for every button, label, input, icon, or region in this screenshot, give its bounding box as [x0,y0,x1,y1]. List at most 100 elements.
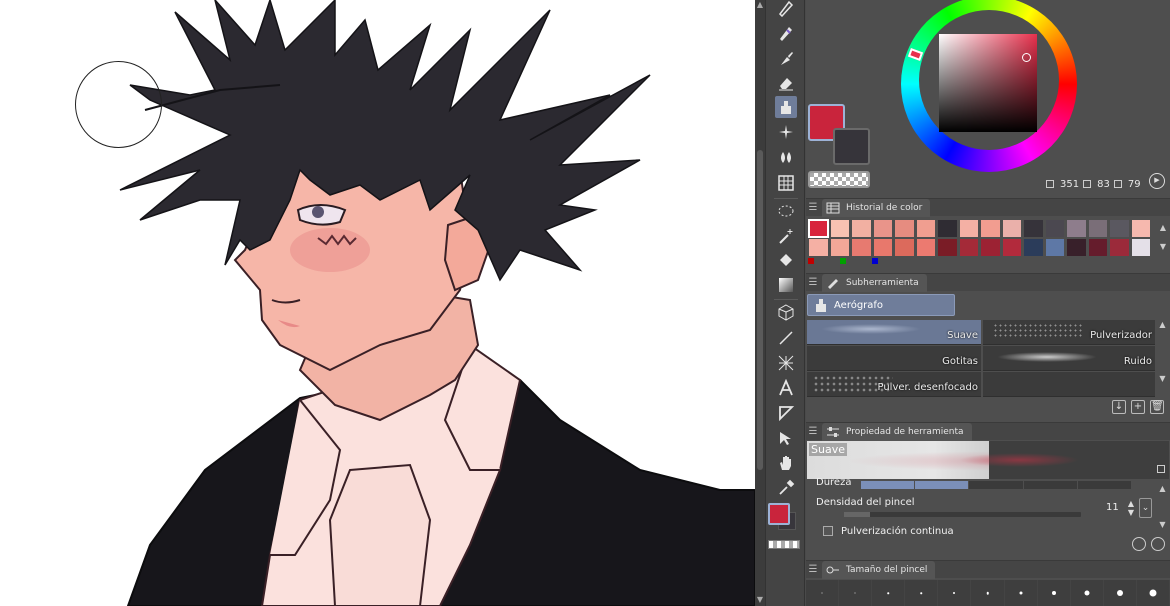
toolbar-main-color[interactable] [768,503,790,525]
color-swatch[interactable] [829,238,850,257]
dureza-selector[interactable] [861,481,1132,489]
brush-tool-icon[interactable] [775,47,797,69]
decoration-tool-icon[interactable] [775,121,797,143]
brush-size-preset[interactable] [872,580,906,606]
grid-tool-icon[interactable] [775,172,797,194]
brush-size-preset[interactable] [971,580,1005,606]
menu-grip-icon[interactable]: ☰ [806,277,820,288]
dureza-step[interactable] [969,481,1023,489]
subtool-group-airbrush[interactable]: Aerógrafo [807,294,955,316]
property-scroll[interactable]: ▲ ▼ [1157,484,1168,536]
brush-item-suave[interactable]: Suave [807,320,981,345]
color-swatch[interactable] [808,219,829,238]
color-swatch[interactable] [1087,238,1108,257]
color-swatch[interactable] [1066,219,1087,238]
sub-color-swatch[interactable] [833,128,870,165]
tab-tool-property[interactable]: Propiedad de herramienta [822,422,972,441]
color-swatch[interactable] [1066,238,1087,257]
color-swatch[interactable] [1130,219,1151,238]
color-swatch[interactable] [1001,238,1022,257]
color-swatch[interactable] [829,219,850,238]
color-swatch[interactable] [980,238,1001,257]
color-swatch[interactable] [958,238,979,257]
pulverizacion-checkbox[interactable] [823,526,833,536]
scrollbar-thumb[interactable] [757,150,763,470]
magic-wand-icon[interactable] [775,225,797,247]
pencil-tool-icon[interactable] [775,22,797,44]
color-swatch[interactable] [872,238,893,257]
figure-tool-icon[interactable] [775,402,797,424]
color-swatch[interactable] [1109,238,1130,257]
scroll-up-arrow-icon[interactable]: ▲ [756,1,764,9]
text-tool-icon[interactable] [775,377,797,399]
color-swatch[interactable] [808,238,829,257]
brush-size-preset[interactable] [839,580,873,606]
wrench-icon[interactable] [1151,537,1165,551]
brush-size-preset[interactable] [1004,580,1038,606]
densidad-spinner[interactable]: ▲ ▼ [1126,499,1136,517]
lock-icon[interactable] [1157,465,1165,473]
color-wheel[interactable] [901,0,1077,176]
color-swatch[interactable] [958,219,979,238]
blend-tool-icon[interactable] [775,146,797,168]
densidad-slider[interactable] [844,512,1081,517]
menu-grip-icon[interactable]: ☰ [806,202,820,213]
brush-size-preset[interactable] [938,580,972,606]
subtool-scroll[interactable]: ▲ ▼ [1157,320,1168,396]
menu-grip-icon[interactable]: ☰ [806,564,820,575]
brush-item-pulverizador[interactable]: Pulverizador [983,320,1155,345]
dureza-step[interactable] [1077,481,1132,489]
color-swatch[interactable] [1044,238,1065,257]
play-icon[interactable]: ▶ [1149,173,1165,189]
fill-tool-icon[interactable] [775,249,797,271]
eraser-tool-icon[interactable] [775,72,797,94]
frame-tool-icon[interactable] [775,352,797,374]
color-swatch[interactable] [872,219,893,238]
history-scroll[interactable]: ▲ ▼ [1158,218,1168,256]
pen-tool-icon[interactable] [775,0,797,19]
copy-subtool-icon[interactable]: ↓ [1112,400,1126,414]
brush-size-preset[interactable] [1037,580,1071,606]
color-swatch[interactable] [915,238,936,257]
color-swatch[interactable] [915,219,936,238]
saturation-value-square[interactable] [939,34,1037,132]
color-swatch[interactable] [1044,219,1065,238]
tab-brush-size[interactable]: Tamaño del pincel [822,560,936,579]
brush-size-preset[interactable] [1103,580,1137,606]
color-swatch[interactable] [1109,219,1130,238]
color-swatch[interactable] [851,219,872,238]
gradient-tool-icon[interactable] [775,274,797,296]
brush-item-pulver-desenfocado[interactable]: Pulver. desenfocado [807,372,981,397]
dureza-step[interactable] [861,481,915,489]
brush-size-preset[interactable] [1136,580,1170,606]
color-swatch[interactable] [1001,219,1022,238]
color-swatch[interactable] [937,238,958,257]
color-swatch[interactable] [980,219,1001,238]
color-swatch[interactable] [894,238,915,257]
tab-color-history[interactable]: Historial de color [822,198,931,217]
color-swatch[interactable] [937,219,958,238]
brush-size-preset[interactable] [806,580,840,606]
dureza-step[interactable] [1023,481,1077,489]
settings-dial-icon[interactable] [1132,537,1146,551]
brush-size-preset[interactable] [1070,580,1104,606]
expand-icon[interactable]: ⌄ [1139,498,1152,518]
color-swatch[interactable] [851,238,872,257]
toolbar-transparent-color[interactable] [768,540,800,549]
brush-size-preset[interactable] [905,580,939,606]
drawing-canvas[interactable] [0,0,755,606]
menu-grip-icon[interactable]: ☰ [806,426,820,437]
eyedropper-icon[interactable] [775,477,797,499]
canvas-scrollbar[interactable]: ▲ ▼ [755,0,765,606]
scroll-down-arrow-icon[interactable]: ▼ [756,596,764,604]
brush-item-gotitas[interactable]: Gotitas [807,346,981,371]
operation-tool-icon[interactable] [775,427,797,449]
densidad-value[interactable]: 11 [1106,502,1119,513]
selection-tool-icon[interactable] [775,200,797,222]
color-swatch[interactable] [894,219,915,238]
hand-tool-icon[interactable] [775,452,797,474]
color-swatch[interactable] [1023,219,1044,238]
transparent-color-swatch[interactable] [808,171,870,188]
sv-marker[interactable] [1022,53,1031,62]
tab-subtool[interactable]: Subherramienta [822,273,927,292]
